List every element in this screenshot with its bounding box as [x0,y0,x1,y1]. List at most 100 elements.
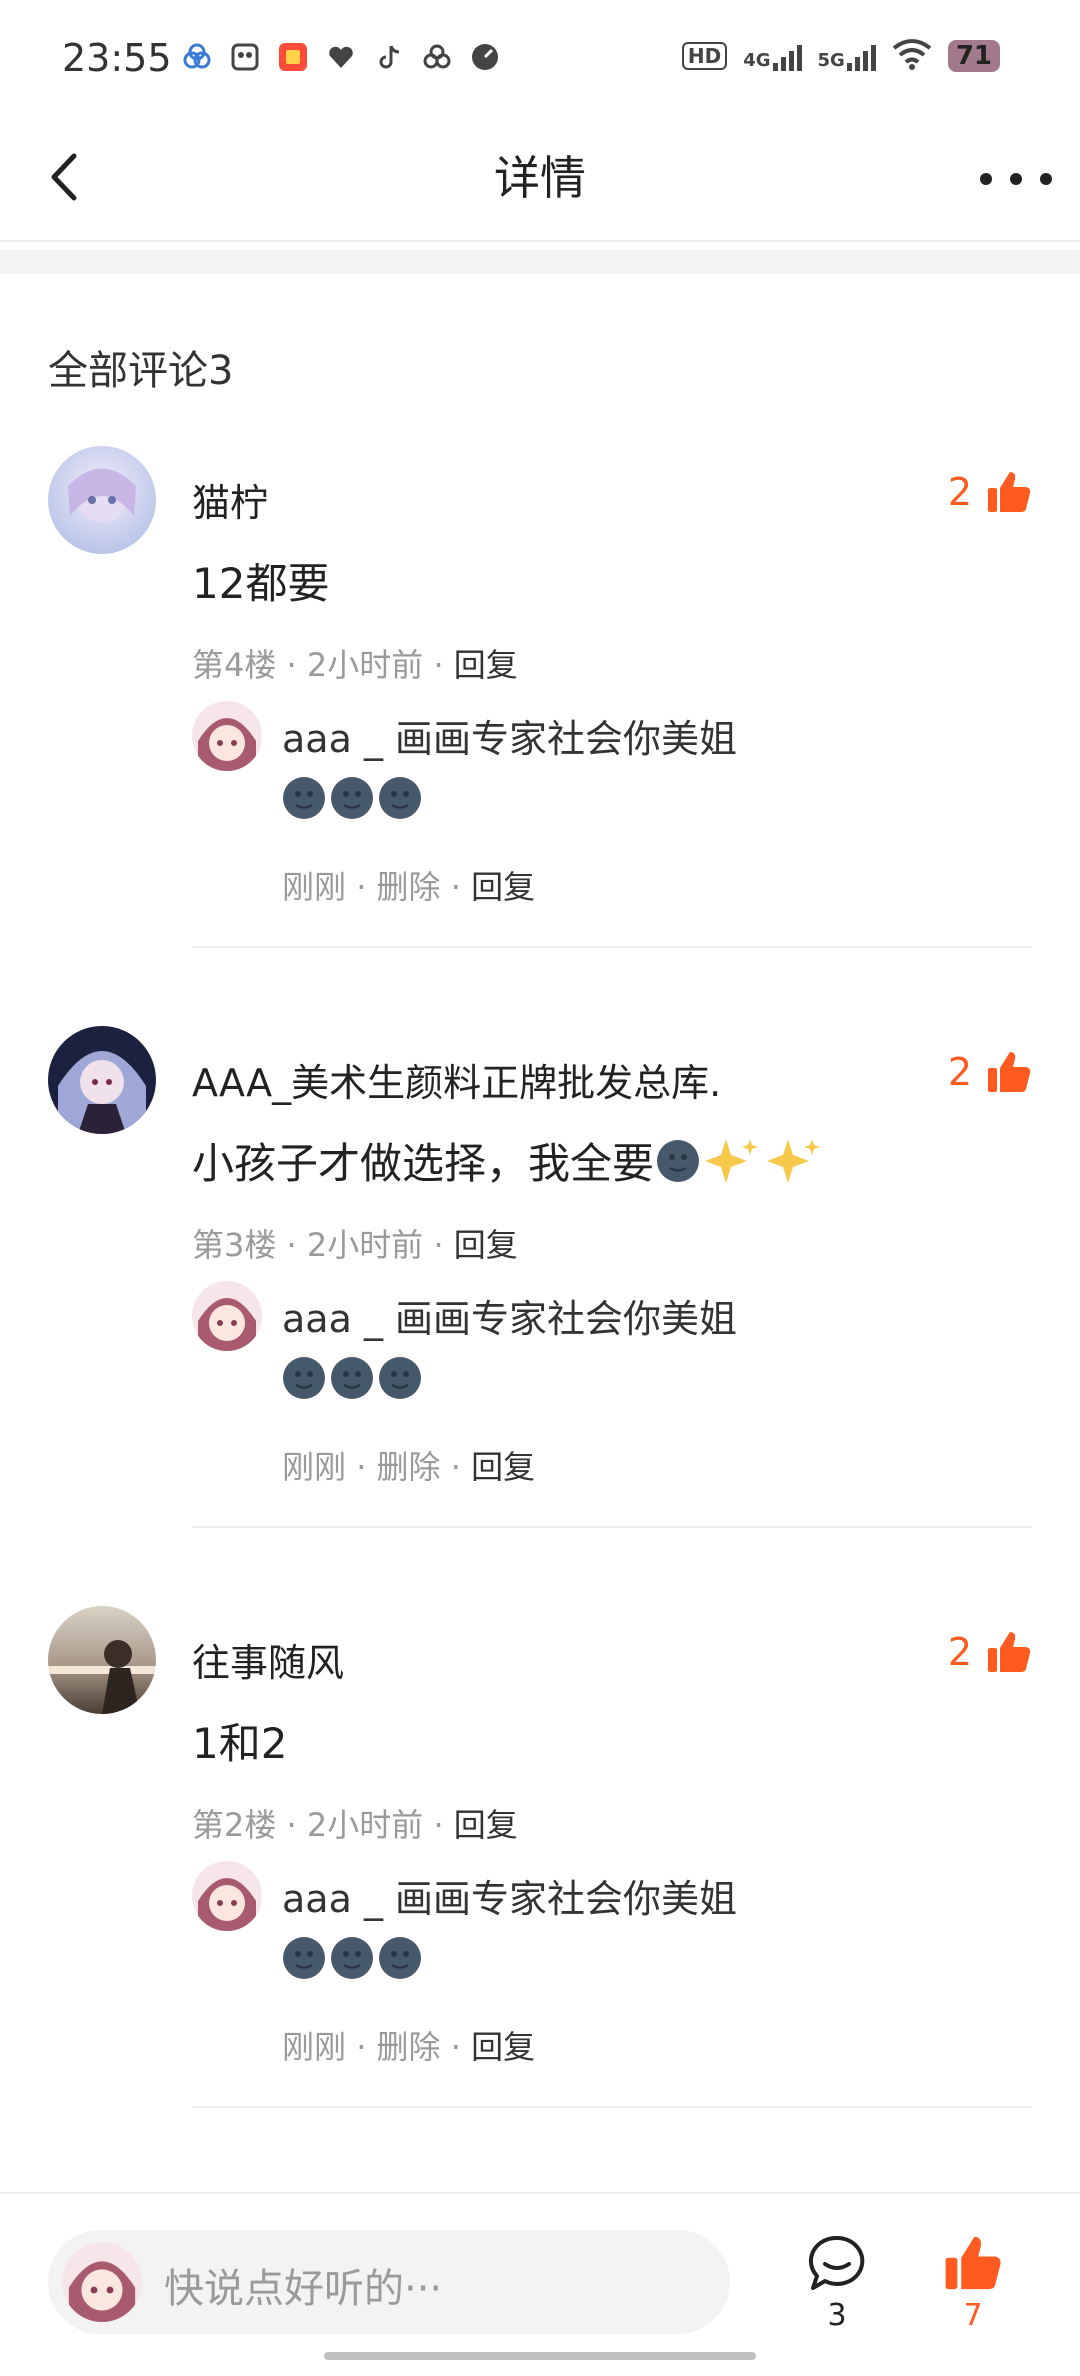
avatar[interactable] [48,1026,156,1134]
like-button[interactable]: 2 [948,1630,1032,1674]
my-avatar [62,2242,142,2322]
like-button[interactable]: 2 [948,1050,1032,1094]
like-total: 7 [963,2298,983,2333]
comment-username[interactable]: AAA_美术生颜料正牌批发总库. [192,1052,721,1107]
moon-face-emoji-icon [283,1357,325,1399]
moon-face-emoji-icon [331,777,373,819]
reply-button[interactable]: 回复 [454,1226,518,1264]
hd-icon: HD [681,42,728,70]
status-time: 23:55 [62,36,172,80]
signal-5g-icon: 5G [818,41,876,71]
delete-button[interactable]: 删除 [377,1448,441,1486]
reply-button[interactable]: 回复 [454,646,518,684]
reply-button[interactable]: 回复 [471,868,535,906]
bottom-bar: 快说点好听的··· 3 7 [0,2194,1080,2376]
sparkles-emoji-icon [767,1138,821,1183]
floor-label: 第3楼 [192,1226,277,1264]
sub-reply-avatar[interactable] [192,701,262,771]
comment-divider [192,1526,1032,1528]
reply-button[interactable]: 回复 [454,1806,518,1844]
comment-time: 2小时前 [306,646,424,684]
moon-face-emoji-icon [379,1937,421,1979]
reply-button[interactable]: 回复 [471,2028,535,2066]
comment-time: 2小时前 [306,1226,424,1264]
comment-text: 1和2 [192,1719,288,1768]
delete-button[interactable]: 删除 [377,2028,441,2066]
thumbs-up-icon [988,472,1031,512]
comment-content: 小孩子才做选择，我全要 [192,1130,824,1191]
moon-face-emoji-icon [283,1937,325,1979]
more-dot-icon [1040,173,1052,185]
sub-reply-meta: 刚刚 · 删除 · 回复 [282,868,536,906]
avatar[interactable] [48,446,156,554]
more-dot-icon [980,173,992,185]
sub-reply-avatar[interactable] [192,1861,262,1931]
sub-reply-time: 刚刚 [282,868,347,906]
like-count: 2 [947,1050,972,1094]
sub-reply-username[interactable]: aaa _ 画画专家社会你美姐 [282,708,737,763]
app-box-icon [228,40,262,74]
sub-reply-avatar[interactable] [192,1281,262,1351]
comment-item: AAA_美术生颜料正牌批发总库. 2 小孩子才做选择，我全要 第3楼 · 2小时… [0,1026,1080,1606]
moon-face-emoji-icon [379,1357,421,1399]
delete-button[interactable]: 删除 [377,868,441,906]
signal-4g-icon: 4G [743,41,802,71]
reply-button[interactable]: 回复 [471,1448,535,1486]
moon-face-emoji-icon [331,1357,373,1399]
comment-meta: 第3楼 · 2小时前 · 回复 [192,1226,518,1264]
nav-bar: 详情 [0,118,1080,240]
comments-title: 全部评论3 [48,348,234,394]
more-button[interactable] [980,154,1052,204]
floor-label: 第4楼 [192,646,277,684]
sub-reply-time: 刚刚 [282,2028,347,2066]
app-tiktok-icon [372,40,406,74]
notification-icons [180,40,502,74]
app-cloud-icon [180,40,214,74]
like-count: 2 [947,1630,972,1674]
avatar[interactable] [48,1606,156,1714]
moon-face-emoji-icon [657,1139,700,1182]
app-heart-icon [324,40,358,74]
sub-reply-content [282,776,422,820]
status-bar: 23:55 HD 4G 5G 71 [0,0,1080,118]
comment-divider [192,946,1032,948]
comment-meta: 第2楼 · 2小时前 · 回复 [192,1806,518,1844]
battery-indicator: 71 [947,40,1000,72]
thumbs-up-icon [988,1052,1031,1092]
moon-face-emoji-icon [331,1937,373,1979]
thumbs-up-icon [988,1632,1031,1672]
home-indicator[interactable] [324,2352,756,2360]
comment-count: 3 [827,2298,847,2333]
floor-label: 第2楼 [192,1806,277,1844]
comment-text: 小孩子才做选择，我全要 [192,1139,655,1188]
comment-bubble-icon [808,2235,865,2290]
comments-button[interactable]: 3 [792,2234,882,2333]
comment-input[interactable]: 快说点好听的··· [48,2230,730,2334]
post-like-button[interactable]: 7 [928,2234,1018,2333]
comment-username[interactable]: 猫柠 [192,472,268,527]
sub-reply-content [282,1936,422,1980]
app-cluster-icon [420,40,454,74]
system-indicators: HD 4G 5G 71 [681,38,1000,74]
like-button[interactable]: 2 [948,470,1032,514]
page-title: 详情 [494,151,586,205]
moon-face-emoji-icon [283,777,325,819]
section-gap [0,250,1080,274]
app-compass-icon [468,40,502,74]
moon-face-emoji-icon [379,777,421,819]
sub-reply-meta: 刚刚 · 删除 · 回复 [282,2028,536,2066]
sub-reply-username[interactable]: aaa _ 画画专家社会你美姐 [282,1868,737,1923]
comment-meta: 第4楼 · 2小时前 · 回复 [192,646,518,684]
sub-reply-username[interactable]: aaa _ 画画专家社会你美姐 [282,1288,737,1343]
sub-reply-content [282,1356,422,1400]
app-taobao-icon [276,40,310,74]
comment-item: 猫柠 2 12都要 第4楼 · 2小时前 · 回复 aaa _ 画画专家社会你美… [0,446,1080,1026]
wifi-icon [892,38,932,74]
like-count: 2 [947,470,972,514]
sub-reply-meta: 刚刚 · 删除 · 回复 [282,1448,536,1486]
thumbs-up-icon [945,2236,1001,2290]
comment-time: 2小时前 [306,1806,424,1844]
comment-text: 12都要 [192,559,330,608]
comment-username[interactable]: 往事随风 [192,1632,344,1687]
sub-reply-time: 刚刚 [282,1448,347,1486]
